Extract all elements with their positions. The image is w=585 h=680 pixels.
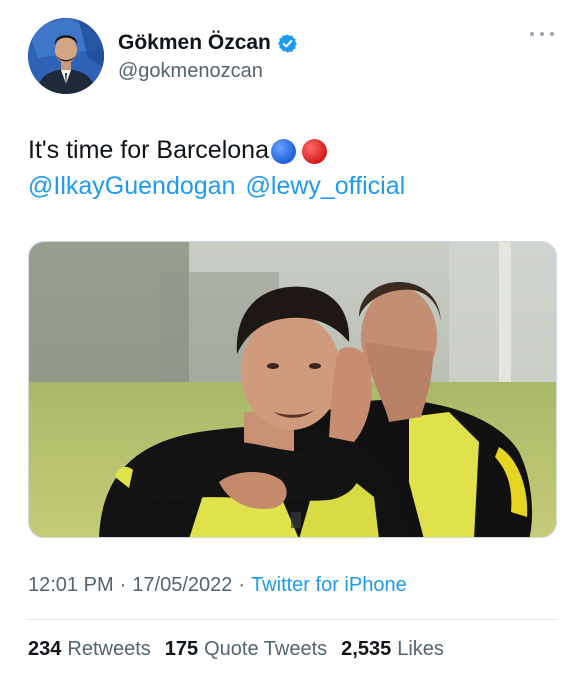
divider [28,619,557,620]
tweet-header: Gökmen Özcan @gokmenozcan [28,18,558,98]
author-info: Gökmen Özcan @gokmenozcan [118,30,298,83]
tweet-text-line: It's time for Barcelona [28,132,558,168]
likes-count: 2,535 [341,638,392,660]
avatar-image [28,18,104,94]
tweet-date[interactable]: 17/05/2022 [132,574,232,597]
author-handle[interactable]: @gokmenozcan [118,60,298,83]
verified-badge-icon [277,33,298,54]
more-options-icon[interactable] [530,28,554,40]
likes-label: Likes [397,638,444,660]
likes-stat[interactable]: 2,535 Likes [341,638,444,661]
quote-tweets-count: 175 [164,638,199,660]
mention-link[interactable]: @IlkayGuendogan [28,168,235,204]
separator: · [119,574,127,596]
tweet-time[interactable]: 12:01 PM [28,574,114,597]
author-avatar[interactable] [28,18,104,94]
retweets-count: 234 [28,638,62,660]
author-display-name[interactable]: Gökmen Özcan [118,31,271,55]
photo-image [29,242,556,537]
mention-link[interactable]: @lewy_official [245,168,405,204]
quote-tweets-label: Quote Tweets [204,638,328,660]
tweet-text: It's time for Barcelona [28,136,269,164]
retweets-stat[interactable]: 234 Retweets [28,638,151,661]
display-name-row: Gökmen Özcan [118,30,298,56]
tweet-photo[interactable] [28,241,557,538]
retweets-label: Retweets [67,638,151,660]
separator: · [238,574,246,596]
blue-circle-icon [270,138,296,164]
dot [540,32,544,36]
tweet-source-link[interactable]: Twitter for iPhone [251,574,407,597]
dot [530,32,534,36]
quote-tweets-stat[interactable]: 175 Quote Tweets [165,638,327,661]
red-circle-icon [301,138,327,164]
mentions-line: @IlkayGuendogan @lewy_official [28,168,558,204]
tweet-body: It's time for Barcelona @IlkayGuendogan … [28,132,558,204]
tweet-timestamp-row: 12:01 PM · 17/05/2022 · Twitter for iPho… [28,574,407,597]
tweet-stats: 234 Retweets 175 Quote Tweets 2,535 Like… [28,638,458,661]
dot [550,32,554,36]
